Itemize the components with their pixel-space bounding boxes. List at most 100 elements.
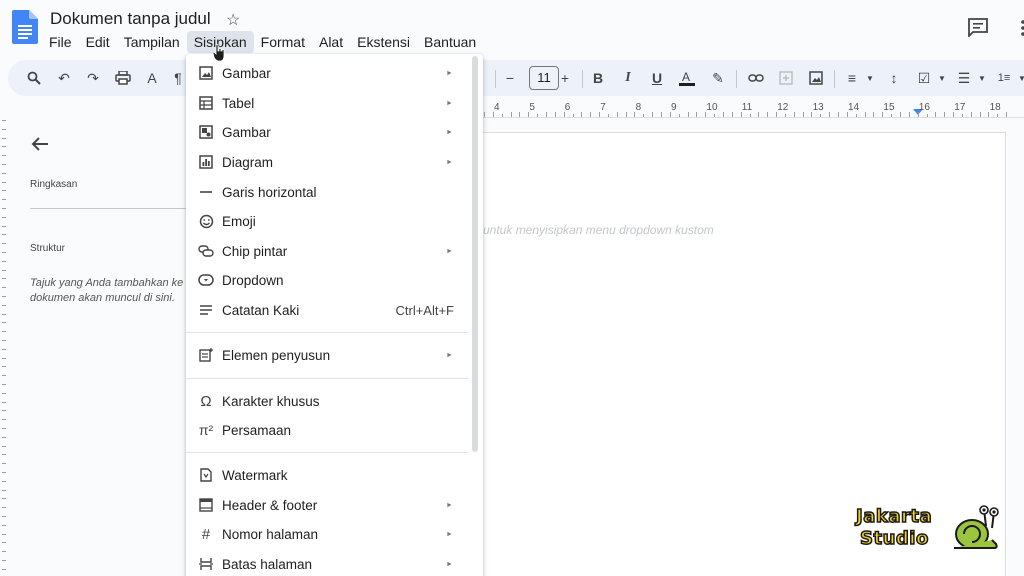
print-icon[interactable]	[113, 68, 133, 88]
comment-history-icon[interactable]	[967, 17, 989, 37]
vertical-ruler-tick	[2, 454, 6, 456]
insert-image-icon[interactable]	[806, 68, 826, 88]
document-title[interactable]: Dokumen tanpa judul	[50, 9, 211, 29]
insert-menu-item-watermark[interactable]: Watermark	[186, 461, 468, 489]
back-arrow-icon[interactable]	[30, 134, 50, 154]
insert-menu-item-table[interactable]: Tabel ►	[186, 89, 468, 117]
ruler-number: 9	[671, 102, 677, 113]
menu-extensions[interactable]: Ekstensi	[350, 31, 417, 53]
toolbar: ↶ ↷ A ¶ − 11 + B I U A ✎ ≡ ▼ ↕ ☑ ▼ ☰ ▼ 1…	[8, 60, 1024, 96]
vertical-ruler-tick	[2, 252, 6, 253]
vertical-ruler-tick	[2, 313, 6, 315]
insert-menu-item-image[interactable]: Gambar ►	[186, 59, 468, 87]
decrease-font-size-icon[interactable]: −	[500, 68, 520, 88]
drawing-icon	[198, 124, 214, 140]
spellcheck-icon[interactable]: A	[142, 68, 162, 88]
underline-icon[interactable]: U	[647, 68, 667, 88]
insert-menu-item-drawing[interactable]: Gambar ►	[186, 118, 468, 146]
ruler-tick	[705, 112, 707, 117]
vertical-ruler-tick	[2, 340, 6, 341]
checklist-icon[interactable]: ☑	[914, 68, 934, 88]
text-color-icon[interactable]: A	[677, 68, 697, 88]
insert-menu-item-smart-chip[interactable]: Chip pintar ►	[186, 237, 468, 265]
chevron-down-icon[interactable]: ▼	[932, 68, 952, 88]
submenu-arrow-icon: ►	[446, 501, 453, 509]
add-comment-icon[interactable]	[776, 68, 796, 88]
insert-menu-item-chart[interactable]: Diagram ►	[186, 148, 468, 176]
redo-icon[interactable]: ↷	[83, 68, 103, 88]
ruler-tick	[607, 114, 609, 117]
ruler-tick	[846, 112, 848, 117]
ruler-number: 15	[883, 102, 895, 113]
insert-menu-item-dropdown[interactable]: Dropdown	[186, 266, 468, 294]
horizontal-ruler[interactable]: 4 5 6 7 8 9 10 11 12 13 14 15 16 17 18	[482, 100, 1024, 118]
menu-edit[interactable]: Edit	[79, 31, 117, 53]
ruler-tick	[661, 112, 662, 117]
italic-icon[interactable]: I	[618, 68, 638, 88]
docs-logo-icon[interactable]	[12, 10, 38, 44]
ruler-number: 13	[812, 102, 824, 113]
bulleted-list-icon[interactable]: ☰	[954, 68, 974, 88]
ruler-tick	[917, 112, 919, 117]
ruler-tick	[988, 112, 990, 117]
vertical-ruler-tick	[2, 128, 6, 130]
ruler-number: 5	[529, 102, 535, 113]
logo-text-line2: Studio	[859, 527, 929, 550]
undo-icon[interactable]: ↶	[54, 68, 74, 88]
vertical-ruler-tick	[2, 348, 6, 350]
star-icon[interactable]: ☆	[226, 10, 240, 30]
ruler-tick	[722, 112, 724, 117]
numbered-list-icon[interactable]: 1≡	[994, 68, 1014, 88]
increase-font-size-icon[interactable]: +	[555, 68, 575, 88]
ruler-number: 10	[706, 102, 718, 113]
bold-icon[interactable]: B	[588, 68, 608, 88]
ruler-tick	[829, 112, 831, 117]
insert-menu-item-equation[interactable]: π² Persamaan	[186, 416, 468, 444]
chevron-down-icon[interactable]: ▼	[1012, 68, 1024, 88]
link-icon[interactable]	[746, 68, 766, 88]
ruler-number: 11	[741, 102, 753, 113]
vertical-ruler-tick	[2, 480, 6, 482]
vertical-ruler-tick	[2, 357, 6, 359]
vertical-ruler-tick	[2, 234, 6, 236]
menu-tools[interactable]: Alat	[312, 31, 350, 53]
menu-help[interactable]: Bantuan	[417, 31, 483, 53]
menu-scrollbar[interactable]	[472, 56, 478, 452]
insert-menu-item-footnote[interactable]: Catatan Kaki Ctrl+Alt+F	[186, 296, 468, 324]
insert-menu-item-special-characters[interactable]: Ω Karakter khusus	[186, 387, 468, 415]
menu-format[interactable]: Format	[254, 31, 312, 53]
submenu-arrow-icon: ►	[446, 247, 453, 255]
more-icon[interactable]	[1014, 18, 1024, 38]
watermark-icon	[198, 467, 214, 483]
line-spacing-icon[interactable]: ↕	[884, 68, 904, 88]
ruler-tick	[554, 112, 556, 117]
building-blocks-icon	[198, 347, 214, 363]
insert-menu-item-emoji[interactable]: Emoji	[186, 207, 468, 235]
ruler-tick	[953, 112, 955, 117]
vertical-ruler-tick	[2, 560, 6, 561]
ruler-tick	[926, 114, 928, 117]
menu-file[interactable]: File	[42, 31, 79, 53]
vertical-ruler-tick	[2, 472, 6, 473]
ruler-number: 14	[848, 102, 860, 113]
ruler-tick	[749, 114, 751, 117]
ruler-number: 6	[564, 102, 571, 113]
chevron-down-icon[interactable]: ▼	[860, 68, 880, 88]
page-break-icon	[198, 556, 214, 572]
insert-menu-item-horizontal-line[interactable]: Garis horizontal	[186, 178, 468, 206]
insert-menu-item-page-numbers[interactable]: # Nomor halaman ►	[186, 520, 468, 548]
ruler-tick	[899, 112, 901, 117]
ruler-tick	[873, 112, 875, 117]
ruler-tick	[519, 112, 521, 117]
insert-menu-item-building-blocks[interactable]: Elemen penyusun ►	[186, 341, 468, 369]
highlight-icon[interactable]: ✎	[708, 68, 728, 88]
insert-menu-item-header-footer[interactable]: Header & footer ►	[186, 491, 468, 519]
vertical-ruler-tick	[2, 260, 6, 262]
paint-format-icon[interactable]: ¶	[168, 68, 188, 88]
insert-menu-item-page-break[interactable]: Batas halaman ►	[186, 550, 468, 576]
search-icon[interactable]	[24, 68, 44, 88]
vertical-ruler-tick	[2, 436, 6, 438]
menu-view[interactable]: Tampilan	[117, 31, 187, 53]
align-icon[interactable]: ≡	[842, 68, 862, 88]
chevron-down-icon[interactable]: ▼	[972, 68, 992, 88]
